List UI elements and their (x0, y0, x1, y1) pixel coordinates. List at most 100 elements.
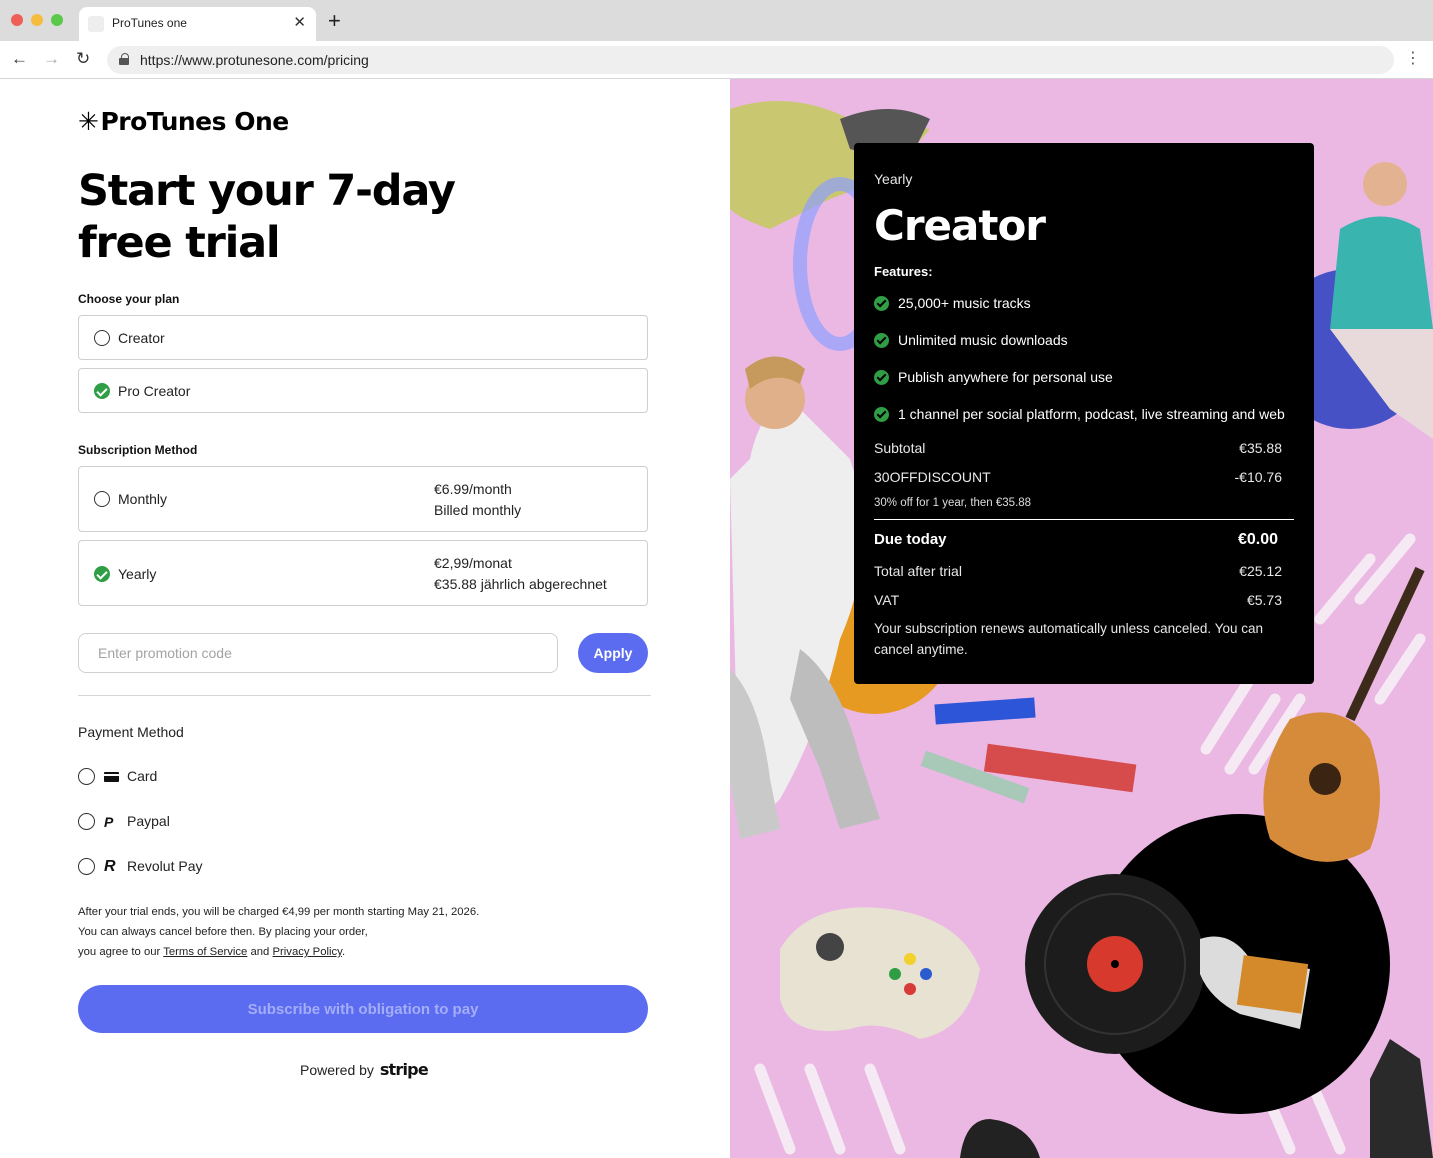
subscription-section-label: Subscription Method (78, 443, 198, 457)
renewal-note: Your subscription renews automatically u… (874, 621, 1263, 657)
tab-title: ProTunes one (112, 16, 187, 30)
logo-text: ProTunes One (100, 107, 289, 136)
total-after-trial-value: €25.12 (1239, 563, 1282, 579)
checkout-panel: ✳ProTunes One Start your 7-day free tria… (0, 79, 730, 1158)
subtotal-value: €35.88 (1239, 440, 1282, 456)
billing-text: €35.88 jährlich abgerechnet (434, 576, 607, 592)
feature-text: Publish anywhere for personal use (898, 369, 1113, 385)
vat-value: €5.73 (1246, 592, 1282, 608)
subscription-label: Yearly (118, 566, 157, 582)
payment-label: Paypal (127, 813, 170, 829)
summary-divider (874, 519, 1294, 520)
plan-section-label: Choose your plan (78, 292, 180, 306)
browser-tab[interactable]: ProTunes one ✕ (79, 7, 316, 41)
feature-text: 25,000+ music tracks (898, 295, 1031, 311)
promo-code-input[interactable] (78, 633, 558, 673)
payment-label: Revolut Pay (127, 858, 203, 874)
legal-end: . (341, 946, 346, 958)
legal-text: After your trial ends, you will be charg… (78, 902, 598, 962)
feature-item: 1 channel per social platform, podcast, … (874, 406, 1304, 424)
apply-button[interactable]: Apply (578, 633, 648, 673)
promo-artwork-panel: Yearly Creator Features: 25,000+ music t… (730, 79, 1433, 1158)
url-text: https://www.protunesone.com/pricing (140, 52, 369, 68)
due-today-label: Due today (874, 531, 947, 548)
feature-item: 25,000+ music tracks (874, 295, 1304, 313)
paypal-radio[interactable] (78, 813, 95, 830)
browser-menu-icon[interactable]: ⋮ (1405, 49, 1421, 69)
lock-icon (119, 53, 129, 65)
discount-code-label: 30OFFDISCOUNT (874, 469, 991, 485)
reload-icon[interactable]: ↻ (76, 50, 90, 68)
discount-value: -€10.76 (1234, 469, 1282, 485)
powered-by-text: Powered by (300, 1062, 374, 1078)
plan-creator-radio[interactable] (94, 330, 110, 346)
subscription-option-yearly[interactable]: Yearly €2,99/monat €35.88 jährlich abger… (78, 540, 648, 606)
payment-section-label: Payment Method (78, 724, 184, 740)
due-today-value: €0.00 (1237, 531, 1278, 548)
order-summary-card: Yearly Creator Features: 25,000+ music t… (854, 143, 1314, 684)
card-radio[interactable] (78, 768, 95, 785)
vat-label: VAT (874, 592, 900, 608)
close-window-button[interactable] (11, 14, 23, 26)
legal-line: After your trial ends, you will be charg… (78, 906, 480, 918)
tab-close-icon[interactable]: ✕ (293, 14, 306, 32)
subscribe-button[interactable]: Subscribe with obligation to pay (78, 985, 648, 1033)
subtotal-label: Subtotal (874, 440, 926, 456)
plan-option-label: Pro Creator (118, 383, 191, 399)
monthly-radio[interactable] (94, 491, 110, 507)
legal-and: and (250, 946, 270, 958)
powered-by-stripe: Powered by stripe (300, 1060, 429, 1079)
divider (78, 695, 651, 696)
address-bar: ← → ↻ https://www.protunesone.com/pricin… (0, 41, 1433, 79)
card-icon (104, 772, 119, 782)
subscription-option-monthly[interactable]: Monthly €6.99/month Billed monthly (78, 466, 648, 532)
maximize-window-button[interactable] (51, 14, 63, 26)
features-heading: Features: (874, 264, 933, 279)
billing-period: Yearly (874, 171, 913, 187)
check-circle-icon (874, 370, 889, 385)
payment-label: Card (127, 768, 158, 784)
billing-text: Billed monthly (434, 502, 522, 518)
plan-pro-creator-radio[interactable] (94, 383, 110, 399)
yearly-radio[interactable] (94, 566, 110, 582)
feature-text: Unlimited music downloads (898, 332, 1068, 348)
feature-item: Unlimited music downloads (874, 332, 1304, 350)
check-circle-icon (874, 296, 889, 311)
payment-option-card[interactable]: Card (78, 767, 378, 787)
summary-plan-name: Creator (874, 201, 1046, 250)
revolut-icon: R (104, 858, 116, 875)
price-text: €2,99/monat (434, 555, 512, 571)
plan-option-creator[interactable]: Creator (78, 315, 648, 360)
browser-tab-bar: ProTunes one ✕ + (0, 0, 1433, 41)
yearly-price: €2,99/monat €35.88 jährlich abgerechnet (434, 553, 607, 595)
paypal-icon: P (104, 814, 114, 830)
stripe-logo: stripe (379, 1060, 429, 1079)
legal-line: you agree to our Terms of Service and Pr… (78, 942, 598, 962)
legal-line: You can always cancel before then. By pl… (78, 926, 368, 938)
subscription-label: Monthly (118, 491, 168, 507)
privacy-link[interactable]: Privacy Policy (272, 946, 341, 958)
protunes-logo: ✳ProTunes One (78, 107, 289, 136)
discount-note: 30% off for 1 year, then €35.88 (874, 497, 1032, 509)
new-tab-icon[interactable]: + (328, 9, 341, 33)
back-arrow-icon[interactable]: ← (11, 50, 28, 68)
monthly-price: €6.99/month Billed monthly (434, 479, 521, 521)
terms-link[interactable]: Terms of Service (163, 946, 247, 958)
url-field[interactable]: https://www.protunesone.com/pricing (107, 46, 1394, 74)
minimize-window-button[interactable] (31, 14, 43, 26)
plan-option-pro-creator[interactable]: Pro Creator (78, 368, 648, 413)
price-text: €6.99/month (434, 481, 512, 497)
payment-option-paypal[interactable]: P Paypal (78, 812, 378, 832)
feature-text: 1 channel per social platform, podcast, … (898, 406, 1285, 422)
check-circle-icon (874, 333, 889, 348)
revolut-radio[interactable] (78, 858, 95, 875)
payment-option-revolut[interactable]: R Revolut Pay (78, 857, 378, 877)
page-title: Start your 7-day free trial (78, 166, 456, 268)
favicon-icon (88, 16, 104, 32)
feature-item: Publish anywhere for personal use (874, 369, 1304, 387)
check-circle-icon (874, 407, 889, 422)
forward-arrow-icon[interactable]: → (43, 50, 60, 68)
star-logo-icon: ✳ (78, 107, 99, 136)
total-after-trial-label: Total after trial (874, 563, 962, 579)
plan-option-label: Creator (118, 330, 165, 346)
